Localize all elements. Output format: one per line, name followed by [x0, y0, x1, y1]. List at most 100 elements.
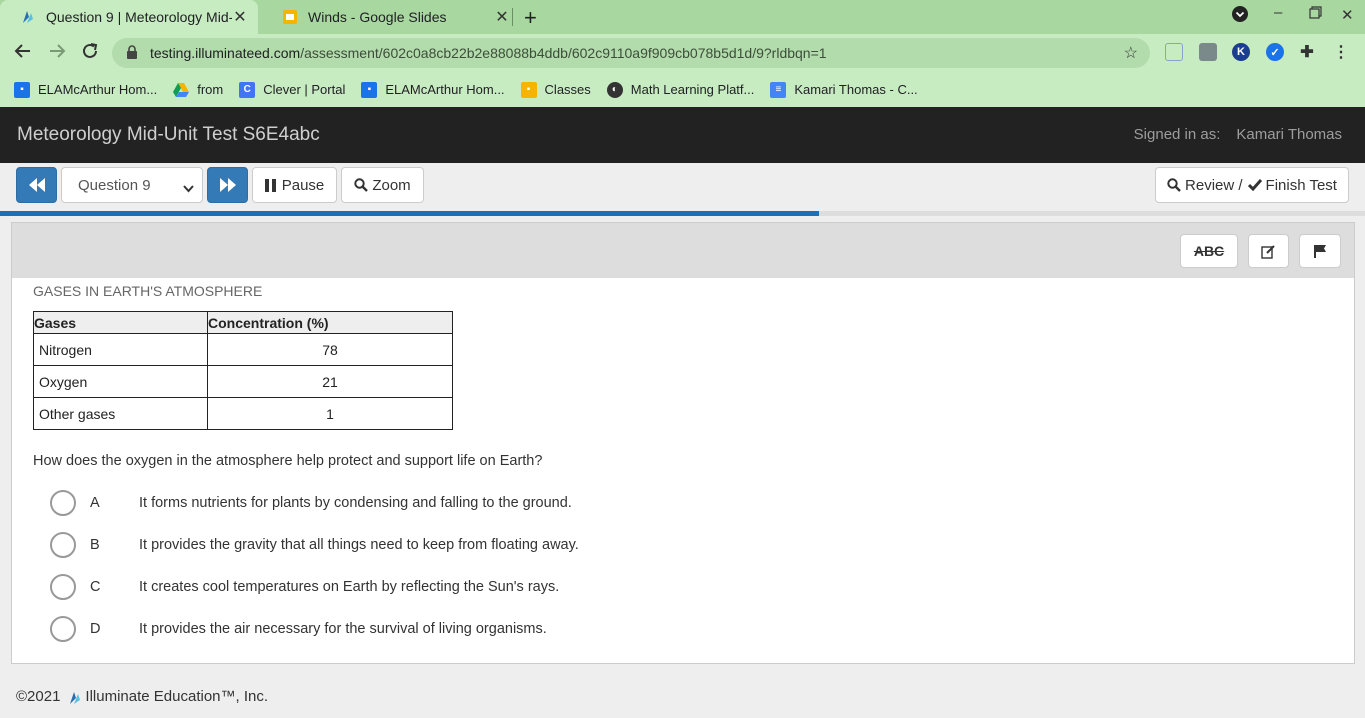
radio-button[interactable] — [50, 616, 76, 642]
new-tab-icon[interactable]: + — [524, 5, 537, 31]
pause-icon — [264, 178, 276, 192]
table-cell-value: 1 — [207, 397, 453, 430]
flag-icon — [1314, 244, 1326, 258]
copyright-text: ©2021 — [16, 688, 61, 705]
gases-table: Gases Concentration (%) Nitrogen 78 Oxyg… — [33, 311, 453, 430]
passage-title: GASES IN EARTH'S ATMOSPHERE — [33, 283, 263, 299]
table-cell-gas: Oxygen — [33, 365, 208, 398]
user-name: Kamari Thomas — [1236, 126, 1342, 143]
back-arrow-icon[interactable] — [14, 42, 32, 65]
zoom-label: Zoom — [372, 176, 411, 194]
puzzle-extensions-icon[interactable]: ✚ — [1298, 43, 1316, 61]
signed-in-info: Signed in as: Kamari Thomas — [1134, 126, 1342, 143]
bookmark-item[interactable]: C Clever | Portal — [239, 81, 345, 98]
lock-icon — [126, 44, 138, 62]
browser-tab-bar: Question 9 | Meteorology Mid-Unit ✕ Wind… — [0, 0, 1365, 34]
browser-tab-slides[interactable]: Winds - Google Slides ✕ — [262, 0, 510, 34]
search-icon — [1167, 178, 1181, 192]
bookmark-item[interactable]: ≡ Kamari Thomas - C... — [770, 81, 918, 98]
answer-choice-a[interactable]: A It forms nutrients for plants by conde… — [50, 489, 572, 517]
kebab-menu-icon[interactable]: ⋮ — [1332, 43, 1350, 61]
zoom-button[interactable]: Zoom — [341, 167, 424, 203]
url-text: testing.illuminateed.com/assessment/602c… — [150, 45, 827, 61]
bookmark-item[interactable]: ◐ Math Learning Platf... — [606, 81, 754, 98]
table-cell-gas: Other gases — [33, 397, 208, 430]
classroom-icon: ▪ — [520, 81, 537, 98]
company-name: Illuminate Education™, Inc. — [85, 688, 269, 705]
answer-choice-c[interactable]: C It creates cool temperatures on Earth … — [50, 573, 559, 601]
table-cell-value: 21 — [207, 365, 453, 398]
illuminate-logo-icon — [68, 689, 82, 705]
bookmark-label: from — [197, 82, 224, 97]
pause-button[interactable]: Pause — [252, 167, 337, 203]
radio-button[interactable] — [50, 532, 76, 558]
notepad-tool-button[interactable] — [1248, 234, 1289, 268]
bookmark-label: Kamari Thomas - C... — [794, 82, 918, 97]
minimize-icon[interactable]: – — [1274, 4, 1282, 21]
radio-button[interactable] — [50, 490, 76, 516]
screencast-extension-icon[interactable] — [1199, 43, 1217, 61]
slides-favicon-icon — [282, 9, 298, 25]
url-field[interactable]: testing.illuminateed.com/assessment/602c… — [112, 38, 1150, 68]
finish-label: Finish Test — [1265, 176, 1337, 194]
table-cell-value: 78 — [207, 333, 453, 366]
k-extension-icon[interactable]: K — [1232, 43, 1250, 61]
next-question-button[interactable] — [207, 167, 248, 203]
table-cell-gas: Nitrogen — [33, 333, 208, 366]
url-path: /assessment/602c0a8cb22b2e88088b4ddb/602… — [300, 45, 827, 61]
progress-bar-fill — [0, 211, 819, 216]
reload-icon[interactable] — [81, 42, 99, 65]
shield-extension-icon[interactable]: ✓ — [1266, 43, 1284, 61]
bookmark-item[interactable]: ▪ ELAMcArthur Hom... — [361, 81, 505, 98]
url-host: testing.illuminateed.com — [150, 45, 301, 61]
choice-text: It creates cool temperatures on Earth by… — [139, 579, 560, 595]
bookmark-label: Classes — [544, 82, 591, 97]
bookmark-star-icon[interactable]: ☆ — [1124, 43, 1138, 63]
radio-button[interactable] — [50, 574, 76, 600]
choice-letter: B — [90, 537, 100, 553]
choice-text: It provides the gravity that all things … — [139, 537, 579, 553]
choice-letter: A — [90, 495, 100, 511]
forward-arrow-icon[interactable] — [48, 42, 66, 65]
answer-choice-d[interactable]: D It provides the air necessary for the … — [50, 615, 547, 643]
test-title: Meteorology Mid-Unit Test S6E4abc — [17, 124, 320, 145]
flag-tool-button[interactable] — [1299, 234, 1341, 268]
restore-icon[interactable] — [1309, 6, 1322, 23]
table-header-gases: Gases — [33, 311, 208, 334]
tab-search-icon[interactable] — [1232, 6, 1248, 26]
question-select[interactable]: Question 9 — [61, 167, 203, 203]
close-tab-icon[interactable]: ✕ — [494, 7, 510, 27]
fast-forward-icon — [219, 178, 236, 192]
page-footer: ©2021 Illuminate Education™, Inc. — [16, 688, 268, 705]
progress-bar — [0, 211, 1365, 216]
bookmark-item[interactable]: from — [173, 82, 223, 98]
table-row: Other gases 1 — [33, 397, 453, 430]
browser-tab-active[interactable]: Question 9 | Meteorology Mid-Unit ✕ — [0, 0, 258, 34]
bookmark-item[interactable]: ▪ Classes — [520, 81, 591, 98]
question-panel: ABC GASES IN EARTH'S ATMOSPHERE Gases Co… — [11, 222, 1355, 664]
bookmarks-bar: ▪ ELAMcArthur Hom... from C Clever | Por… — [0, 72, 1365, 107]
choice-text: It provides the air necessary for the su… — [139, 621, 547, 637]
search-icon — [354, 178, 369, 192]
table-row: Nitrogen 78 — [33, 333, 453, 366]
choice-letter: C — [90, 579, 101, 595]
question-stem: How does the oxygen in the atmosphere he… — [33, 453, 543, 469]
signed-in-label: Signed in as: — [1133, 126, 1221, 143]
bookmark-item[interactable]: ▪ ELAMcArthur Hom... — [14, 81, 158, 98]
choice-letter: D — [90, 621, 101, 637]
bookmark-label: ELAMcArthur Hom... — [385, 82, 505, 97]
previous-question-button[interactable] — [16, 167, 57, 203]
strikethrough-tool-button[interactable]: ABC — [1180, 234, 1238, 268]
docs-icon: ≡ — [770, 81, 787, 98]
close-window-icon[interactable]: ✕ — [1341, 6, 1354, 24]
review-finish-button[interactable]: Review / Finish Test — [1155, 167, 1349, 203]
tab-title: Winds - Google Slides — [308, 9, 447, 25]
close-tab-icon[interactable]: ✕ — [232, 7, 248, 27]
bookmark-label: ELAMcArthur Hom... — [38, 82, 158, 97]
review-label: Review / — [1185, 176, 1243, 194]
reader-extension-icon[interactable] — [1165, 43, 1183, 61]
tab-divider — [512, 8, 513, 26]
check-icon — [1247, 179, 1262, 191]
answer-choice-b[interactable]: B It provides the gravity that all thing… — [50, 531, 579, 559]
globe-icon: ◐ — [606, 81, 623, 98]
